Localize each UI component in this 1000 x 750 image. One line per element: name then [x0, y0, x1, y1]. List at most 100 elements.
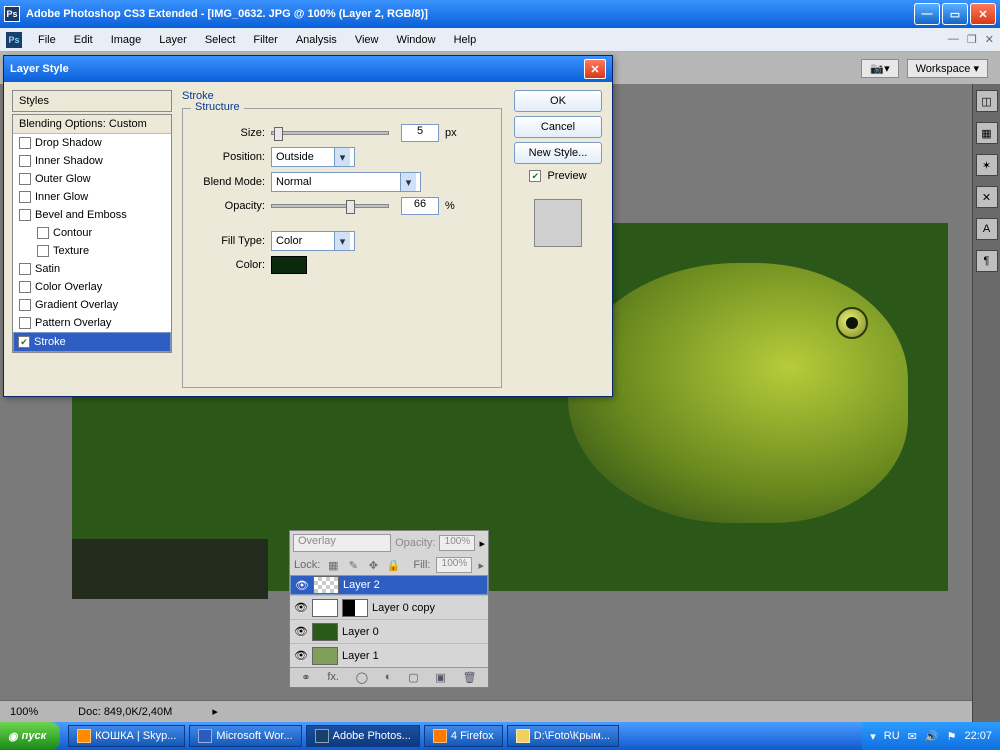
- lock-all-icon[interactable]: 🔒: [386, 558, 400, 572]
- new-group-icon[interactable]: ▢: [408, 671, 418, 684]
- effect-color-overlay[interactable]: Color Overlay: [13, 278, 171, 296]
- effect-contour[interactable]: Contour: [13, 224, 171, 242]
- visibility-icon[interactable]: 👁: [294, 625, 308, 638]
- mdi-close-icon[interactable]: ✕: [985, 33, 994, 46]
- layer-row[interactable]: 👁Layer 1: [290, 643, 488, 667]
- link-layers-icon[interactable]: ⚭: [301, 671, 310, 684]
- dock-swatches-icon[interactable]: ✶: [976, 154, 998, 176]
- visibility-icon[interactable]: 👁: [294, 649, 308, 662]
- effect-checkbox[interactable]: ✔: [18, 336, 30, 348]
- minimize-button[interactable]: —: [914, 3, 940, 25]
- effect-stroke[interactable]: ✔Stroke: [13, 332, 171, 352]
- tray-icon[interactable]: ✉: [908, 730, 917, 743]
- effect-checkbox[interactable]: [37, 227, 49, 239]
- taskbar-item[interactable]: КОШКА | Skyp...: [68, 725, 185, 747]
- menu-image[interactable]: Image: [103, 31, 150, 49]
- mdi-min-icon[interactable]: —: [948, 33, 959, 46]
- menu-layer[interactable]: Layer: [151, 31, 195, 49]
- adjustment-layer-icon[interactable]: ◐: [385, 671, 392, 684]
- cancel-button[interactable]: Cancel: [514, 116, 602, 138]
- menu-window[interactable]: Window: [388, 31, 443, 49]
- delete-layer-icon[interactable]: 🗑: [463, 671, 477, 684]
- layer-row[interactable]: 👁Layer 0: [290, 619, 488, 643]
- menu-filter[interactable]: Filter: [245, 31, 285, 49]
- menu-select[interactable]: Select: [197, 31, 244, 49]
- workspace-button[interactable]: Workspace ▾: [907, 59, 988, 78]
- ok-button[interactable]: OK: [514, 90, 602, 112]
- taskbar-item[interactable]: D:\Foto\Крым...: [507, 725, 619, 747]
- effect-checkbox[interactable]: [19, 263, 31, 275]
- effect-texture[interactable]: Texture: [13, 242, 171, 260]
- layer-row[interactable]: 👁Layer 2: [290, 575, 488, 595]
- effect-checkbox[interactable]: [19, 209, 31, 221]
- effect-checkbox[interactable]: [19, 281, 31, 293]
- position-select[interactable]: Outside▾: [271, 147, 355, 167]
- effect-checkbox[interactable]: [19, 137, 31, 149]
- maximize-button[interactable]: ▭: [942, 3, 968, 25]
- menu-analysis[interactable]: Analysis: [288, 31, 345, 49]
- layer-mask-icon[interactable]: ◯: [356, 671, 368, 684]
- dock-color-icon[interactable]: ▦: [976, 122, 998, 144]
- status-flyout-icon[interactable]: ▸: [212, 705, 218, 718]
- lang-indicator[interactable]: RU: [884, 730, 900, 742]
- blending-options-row[interactable]: Blending Options: Custom: [13, 115, 171, 134]
- menu-edit[interactable]: Edit: [66, 31, 101, 49]
- dialog-close-button[interactable]: ✕: [584, 59, 606, 79]
- effect-outer-glow[interactable]: Outer Glow: [13, 170, 171, 188]
- lock-transparent-icon[interactable]: ▦: [326, 558, 340, 572]
- clock[interactable]: 22:07: [964, 730, 992, 742]
- lock-pixels-icon[interactable]: ✎: [346, 558, 360, 572]
- screen-mode-button[interactable]: 📷▾: [861, 59, 898, 78]
- window-close-button[interactable]: ✕: [970, 3, 996, 25]
- zoom-value[interactable]: 100%: [10, 706, 38, 718]
- blend-mode-select[interactable]: Overlay: [293, 534, 391, 552]
- effect-bevel-and-emboss[interactable]: Bevel and Emboss: [13, 206, 171, 224]
- layer-opacity-input[interactable]: 100%: [439, 535, 475, 551]
- system-tray[interactable]: ▾ RU ✉ 🔊 ⚑ 22:07: [862, 722, 1000, 750]
- new-layer-icon[interactable]: ▣: [435, 671, 445, 684]
- effect-checkbox[interactable]: [19, 317, 31, 329]
- effect-checkbox[interactable]: [19, 173, 31, 185]
- tray-expand-icon[interactable]: ▾: [870, 730, 876, 743]
- effect-gradient-overlay[interactable]: Gradient Overlay: [13, 296, 171, 314]
- effect-satin[interactable]: Satin: [13, 260, 171, 278]
- dock-paragraph-icon[interactable]: ¶: [976, 250, 998, 272]
- effect-pattern-overlay[interactable]: Pattern Overlay: [13, 314, 171, 332]
- opacity-slider[interactable]: [271, 204, 389, 208]
- dock-styles-icon[interactable]: ✕: [976, 186, 998, 208]
- menu-help[interactable]: Help: [446, 31, 485, 49]
- tray-icon[interactable]: ⚑: [947, 730, 957, 743]
- new-style-button[interactable]: New Style...: [514, 142, 602, 164]
- size-input[interactable]: 5: [401, 124, 439, 142]
- blendmode-select[interactable]: Normal▾: [271, 172, 421, 192]
- dock-character-icon[interactable]: A: [976, 218, 998, 240]
- effect-inner-glow[interactable]: Inner Glow: [13, 188, 171, 206]
- styles-header[interactable]: Styles: [12, 90, 172, 112]
- visibility-icon[interactable]: 👁: [294, 601, 308, 614]
- effect-checkbox[interactable]: [19, 191, 31, 203]
- effect-inner-shadow[interactable]: Inner Shadow: [13, 152, 171, 170]
- size-slider[interactable]: [271, 131, 389, 135]
- layer-fill-input[interactable]: 100%: [436, 557, 472, 573]
- preview-checkbox[interactable]: ✔: [529, 170, 541, 182]
- color-swatch[interactable]: [271, 256, 307, 274]
- start-button[interactable]: ◉ пуск: [0, 722, 60, 750]
- filltype-select[interactable]: Color▾: [271, 231, 355, 251]
- menu-view[interactable]: View: [347, 31, 387, 49]
- taskbar-item[interactable]: 4 Firefox: [424, 725, 503, 747]
- mdi-restore-icon[interactable]: ❐: [967, 33, 977, 46]
- tray-icon[interactable]: 🔊: [925, 730, 939, 743]
- layer-row[interactable]: 👁Layer 0 copy: [290, 595, 488, 619]
- layer-fx-icon[interactable]: fx.: [327, 671, 339, 684]
- visibility-icon[interactable]: 👁: [295, 579, 309, 592]
- opacity-input[interactable]: 66: [401, 197, 439, 215]
- lock-position-icon[interactable]: ✥: [366, 558, 380, 572]
- effect-checkbox[interactable]: [19, 299, 31, 311]
- effect-checkbox[interactable]: [37, 245, 49, 257]
- effect-drop-shadow[interactable]: Drop Shadow: [13, 134, 171, 152]
- menu-file[interactable]: File: [30, 31, 64, 49]
- flyout-icon[interactable]: ▸: [479, 537, 485, 550]
- dock-navigator-icon[interactable]: ◫: [976, 90, 998, 112]
- taskbar-item[interactable]: Adobe Photos...: [306, 725, 420, 747]
- effect-checkbox[interactable]: [19, 155, 31, 167]
